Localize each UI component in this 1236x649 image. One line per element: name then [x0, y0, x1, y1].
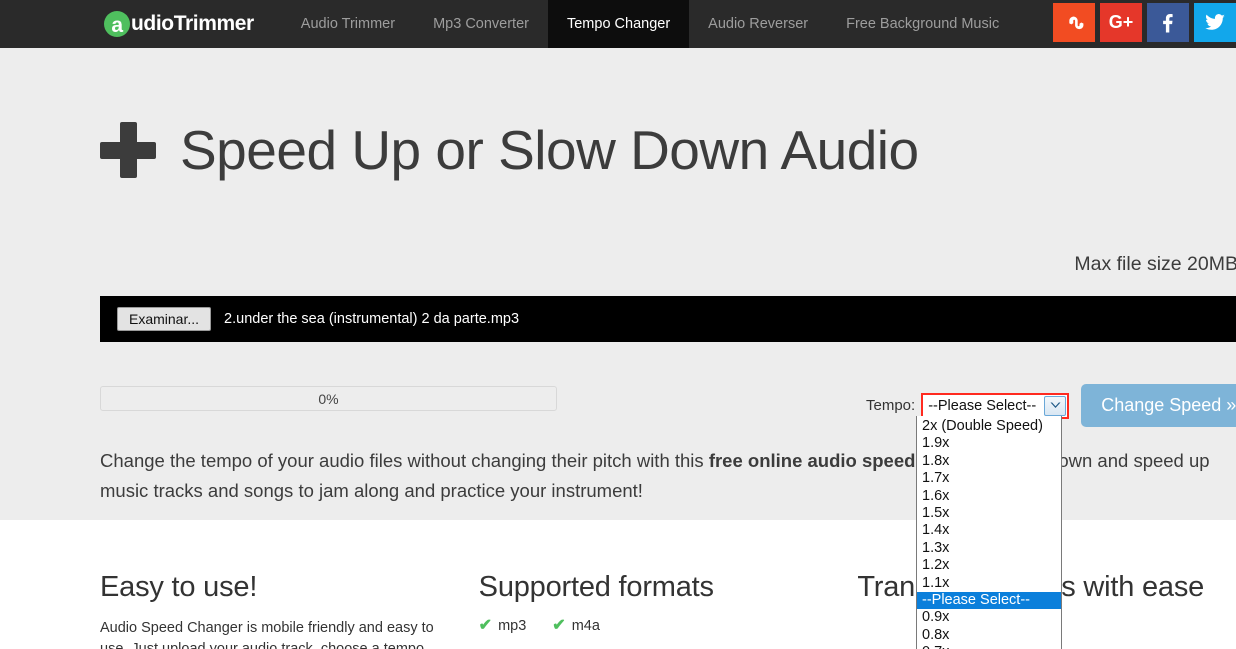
logo-badge-icon: a [104, 11, 130, 37]
hero-section: Speed Up or Slow Down Audio Max file siz… [0, 48, 1236, 520]
tempo-option-1-7x[interactable]: 1.7x [917, 470, 1061, 487]
browse-file-button[interactable]: Examinar... [117, 307, 211, 331]
upload-progress-bar: 0% [100, 386, 557, 411]
format-mp3-label: mp3 [498, 618, 526, 634]
supported-format-list: ✔ mp3 ✔ m4a [479, 618, 828, 634]
feature-heading-supported-formats: Supported formats [479, 570, 828, 604]
page-title-text: Speed Up or Slow Down Audio [180, 123, 919, 178]
format-mp3: ✔ mp3 [479, 618, 527, 634]
tempo-option-1-4x[interactable]: 1.4x [917, 522, 1061, 539]
tempo-label: Tempo: [866, 397, 915, 414]
tempo-option-0-9x[interactable]: 0.9x [917, 609, 1061, 626]
tempo-option-2x[interactable]: 2x (Double Speed) [917, 418, 1061, 435]
twitter-icon[interactable] [1194, 3, 1236, 42]
facebook-icon[interactable] [1147, 3, 1189, 42]
stumbleupon-icon[interactable] [1053, 3, 1095, 42]
format-m4a: ✔ m4a [552, 618, 600, 634]
social-share-group: G+ [1053, 3, 1236, 42]
tempo-option-1-9x[interactable]: 1.9x [917, 435, 1061, 452]
tempo-option-1-3x[interactable]: 1.3x [917, 540, 1061, 557]
format-m4a-label: m4a [572, 618, 600, 634]
tempo-option-1-6x[interactable]: 1.6x [917, 488, 1061, 505]
feature-heading-easy-to-use: Easy to use! [100, 570, 449, 604]
logo-badge-letter: a [111, 15, 122, 36]
tempo-option-1-1x[interactable]: 1.1x [917, 575, 1061, 592]
tempo-option-1-8x[interactable]: 1.8x [917, 453, 1061, 470]
tempo-option-1-2x[interactable]: 1.2x [917, 557, 1061, 574]
hero-description: Change the tempo of your audio files wit… [100, 446, 1236, 506]
nav-item-audio-reverser[interactable]: Audio Reverser [689, 0, 827, 48]
hero-description-part1: Change the tempo of your audio files wit… [100, 450, 709, 471]
plus-icon [100, 122, 156, 178]
check-icon: ✔ [479, 618, 492, 634]
feature-supported-formats: Supported formats ✔ mp3 ✔ m4a [479, 570, 858, 649]
tempo-select-value: --Please Select-- [928, 398, 1044, 414]
nav-item-free-background-music[interactable]: Free Background Music [827, 0, 1018, 48]
tempo-select-dropdown[interactable]: 2x (Double Speed) 1.9x 1.8x 1.7x 1.6x 1.… [916, 416, 1062, 649]
page-title: Speed Up or Slow Down Audio [100, 48, 1236, 178]
nav-item-tempo-changer[interactable]: Tempo Changer [548, 0, 689, 48]
feature-easy-to-use: Easy to use! Audio Speed Changer is mobi… [100, 570, 479, 649]
google-plus-glyph: G+ [1109, 12, 1134, 33]
nav-item-audio-trimmer[interactable]: Audio Trimmer [282, 0, 414, 48]
max-file-size-note: Max file size 20MB [1074, 253, 1236, 276]
chevron-down-icon[interactable] [1044, 396, 1066, 416]
selected-file-name: 2.under the sea (instrumental) 2 da part… [224, 311, 519, 327]
tempo-select[interactable]: --Please Select-- [921, 393, 1069, 419]
tempo-option-0-8x[interactable]: 0.8x [917, 627, 1061, 644]
site-header: a udioTrimmer Audio Trimmer Mp3 Converte… [0, 0, 1236, 48]
feature-body-easy-to-use: Audio Speed Changer is mobile friendly a… [100, 618, 449, 649]
site-logo[interactable]: a udioTrimmer [0, 0, 282, 48]
file-upload-bar[interactable]: Examinar... 2.under the sea (instrumenta… [100, 296, 1236, 342]
tempo-option-please-select[interactable]: --Please Select-- [917, 592, 1061, 609]
nav-item-mp3-converter[interactable]: Mp3 Converter [414, 0, 548, 48]
main-nav: Audio Trimmer Mp3 Converter Tempo Change… [282, 0, 1018, 48]
tempo-option-1-5x[interactable]: 1.5x [917, 505, 1061, 522]
tempo-option-0-7x[interactable]: 0.7x [917, 644, 1061, 649]
change-speed-button[interactable]: Change Speed » [1081, 384, 1236, 427]
upload-progress-label: 0% [318, 391, 338, 407]
logo-text: udioTrimmer [131, 12, 254, 36]
check-icon: ✔ [552, 618, 565, 634]
features-columns: Easy to use! Audio Speed Changer is mobi… [100, 570, 1236, 649]
google-plus-icon[interactable]: G+ [1100, 3, 1142, 42]
